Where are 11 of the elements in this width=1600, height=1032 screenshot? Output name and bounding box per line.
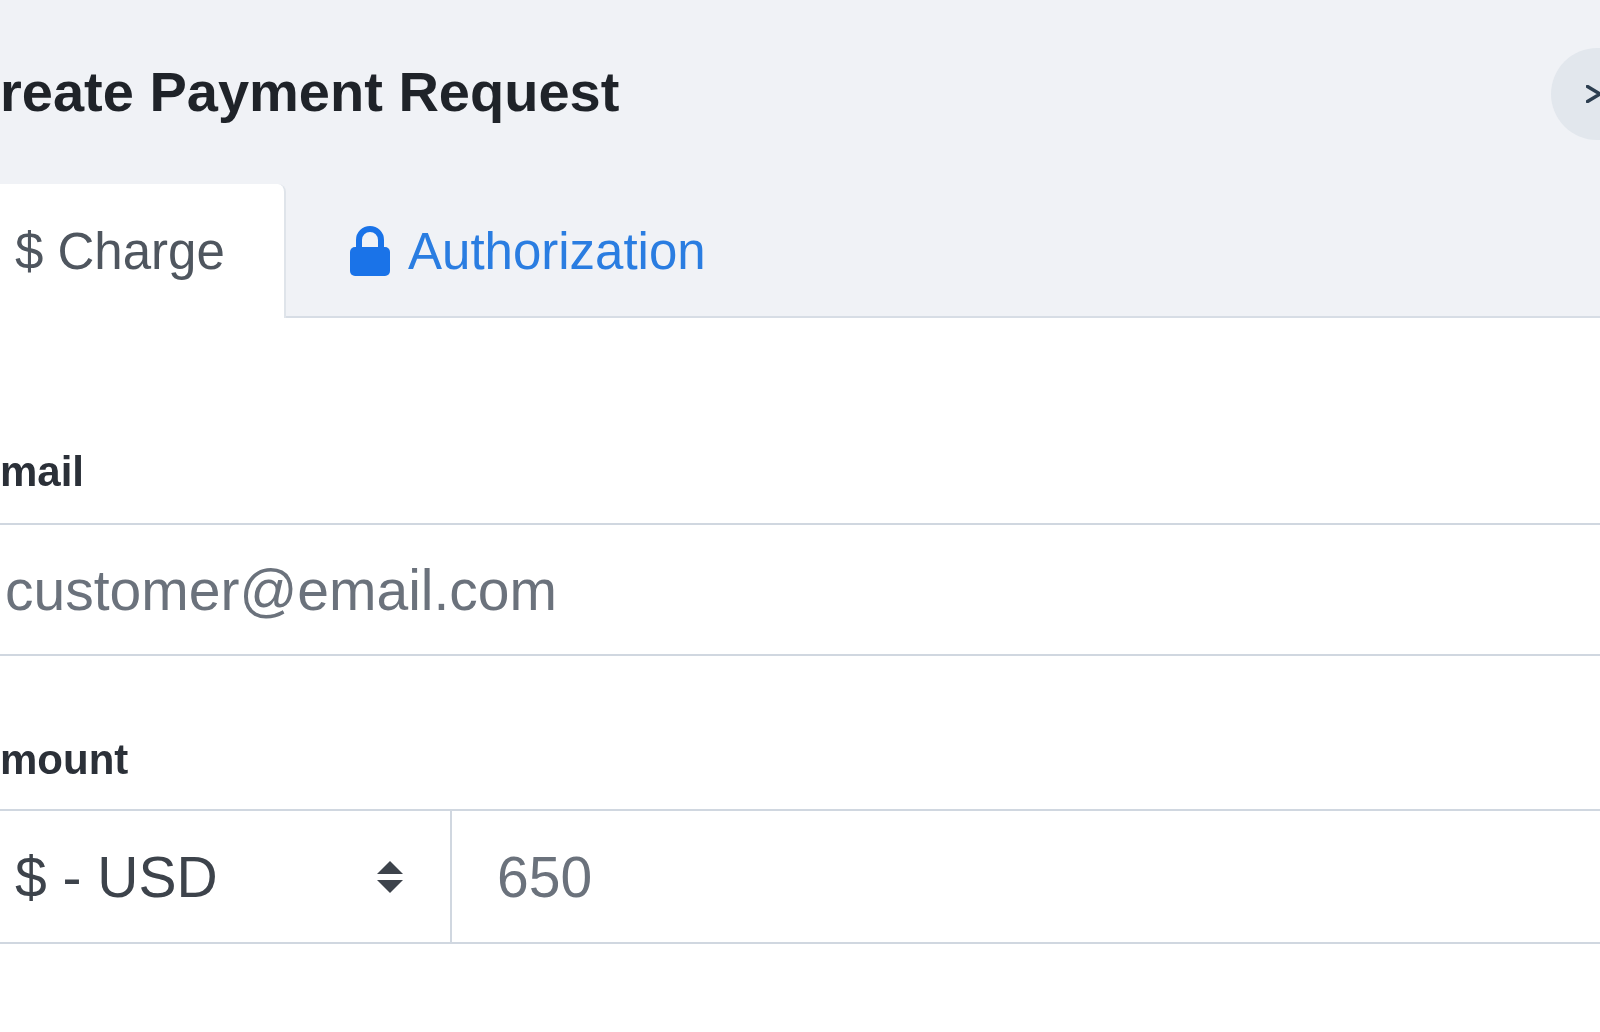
currency-select[interactable]: $ - USD [0, 809, 452, 944]
dialog-title: reate Payment Request [0, 59, 620, 125]
caret-icon [376, 860, 404, 893]
email-field[interactable]: customer@email.com [0, 523, 1600, 656]
tab[interactable]: $ Charge [0, 184, 286, 318]
field-label: mail [0, 447, 85, 497]
close-icon [1586, 85, 1600, 103]
amount-field[interactable]: 650 [452, 809, 1600, 944]
field-label: mount [0, 735, 129, 785]
lock-icon [349, 226, 391, 276]
tab[interactable]: Authorization [286, 184, 706, 318]
